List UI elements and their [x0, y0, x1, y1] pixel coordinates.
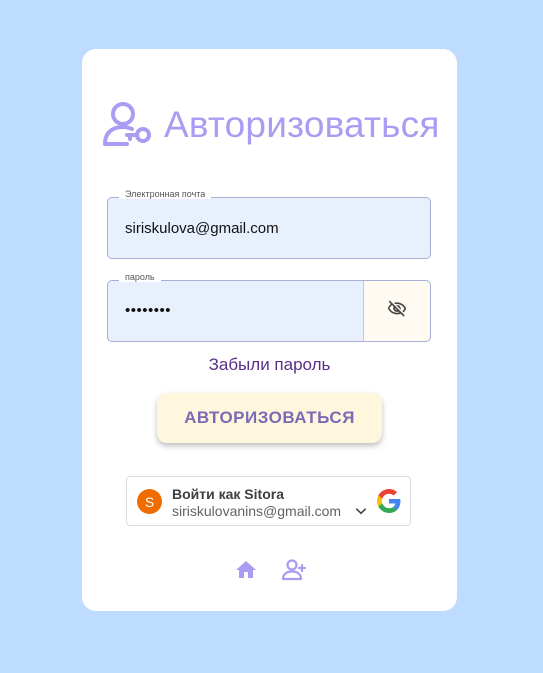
- password-label: пароль: [119, 272, 161, 282]
- email-value[interactable]: siriskulova@gmail.com: [125, 220, 279, 237]
- password-value[interactable]: ••••••••: [125, 302, 171, 319]
- google-signin-email: siriskulovanins@gmail.com: [172, 503, 342, 519]
- add-user-icon[interactable]: [281, 557, 307, 583]
- eye-off-icon: [387, 299, 407, 324]
- page-title: Авторизоваться: [164, 104, 440, 145]
- footer-icons: [82, 557, 457, 583]
- google-signin-title: Войти как Sitora: [172, 486, 284, 502]
- header: Авторизоваться: [98, 97, 440, 153]
- email-field[interactable]: Электронная почта siriskulova@gmail.com: [107, 189, 431, 259]
- home-icon[interactable]: [233, 557, 259, 583]
- user-key-icon: [98, 97, 154, 153]
- chevron-down-icon[interactable]: [354, 504, 368, 523]
- email-label: Электронная почта: [119, 189, 212, 199]
- login-card: Авторизоваться Электронная почта sirisku…: [82, 49, 457, 611]
- login-button[interactable]: АВТОРИЗОВАТЬСЯ: [157, 393, 382, 443]
- password-field[interactable]: пароль ••••••••: [107, 272, 431, 342]
- toggle-password-visibility-button[interactable]: [363, 281, 430, 341]
- google-logo-icon: [377, 489, 401, 518]
- forgot-password-link[interactable]: Забыли пароль: [82, 355, 457, 375]
- google-signin-button[interactable]: S Войти как Sitora siriskulovanins@gmail…: [126, 476, 411, 526]
- avatar: S: [137, 489, 162, 514]
